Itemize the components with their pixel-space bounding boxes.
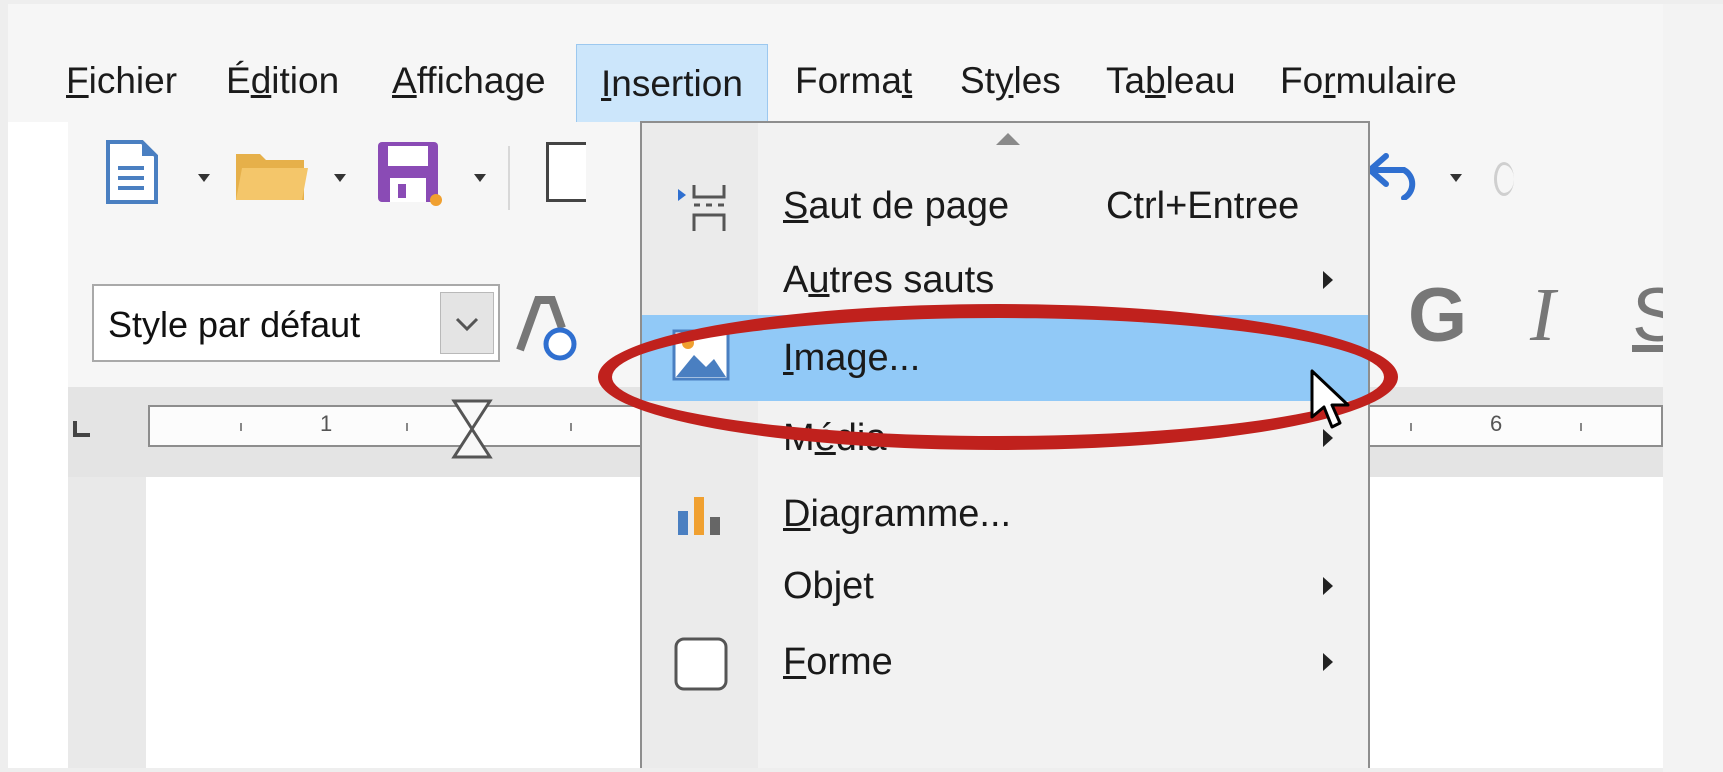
chevron-down-icon bbox=[455, 317, 479, 332]
ruler-number: 1 bbox=[320, 411, 333, 436]
submenu-arrow-icon bbox=[1323, 653, 1333, 671]
paragraph-style-select[interactable]: Style par défaut bbox=[92, 284, 500, 362]
menu-item-label: Forme bbox=[783, 641, 893, 683]
indent-marker-icon[interactable] bbox=[450, 399, 494, 459]
ruler-tick bbox=[570, 423, 572, 431]
paragraph-style-value: Style par défaut bbox=[108, 304, 361, 345]
ruler-tick bbox=[406, 423, 408, 431]
mouse-cursor-icon bbox=[1310, 369, 1350, 429]
page-break-icon bbox=[678, 185, 726, 231]
menu-item-shape[interactable]: Forme bbox=[642, 625, 1368, 699]
menu-item-chart[interactable]: Diagramme... bbox=[642, 477, 1368, 551]
redo-icon[interactable] bbox=[1494, 162, 1514, 196]
export-pdf-icon[interactable] bbox=[546, 142, 586, 202]
update-style-icon[interactable] bbox=[516, 294, 580, 362]
menu-insertion[interactable]: Insertion bbox=[576, 44, 768, 124]
menu-item-label: Saut de page bbox=[783, 185, 1010, 227]
new-dropdown-arrow[interactable] bbox=[198, 174, 210, 182]
menu-bar: Fichier Édition Affichage Insertion Form… bbox=[8, 4, 1663, 124]
ruler-number: 6 bbox=[1490, 411, 1503, 436]
chart-icon bbox=[678, 497, 720, 535]
underline-button[interactable]: S bbox=[1632, 272, 1663, 359]
paragraph-style-dropdown-button[interactable] bbox=[440, 292, 494, 354]
menu-tableau[interactable]: Tableau bbox=[1106, 56, 1236, 106]
menu-formulaire[interactable]: Formulaire bbox=[1280, 56, 1457, 106]
bold-button[interactable]: G bbox=[1408, 272, 1467, 359]
right-gutter bbox=[1663, 4, 1723, 772]
menu-item-shortcut: Ctrl+Entree bbox=[1106, 185, 1300, 227]
scroll-up-arrow[interactable] bbox=[996, 133, 1020, 145]
menu-styles[interactable]: Styles bbox=[960, 56, 1061, 106]
annotation-ellipse bbox=[598, 304, 1398, 450]
new-document-icon[interactable] bbox=[104, 140, 160, 204]
menu-format[interactable]: Format bbox=[795, 56, 912, 106]
menu-affichage[interactable]: Affichage bbox=[392, 56, 546, 106]
libreoffice-writer-window: Fichier Édition Affichage Insertion Form… bbox=[8, 4, 1663, 768]
submenu-arrow-icon bbox=[1323, 577, 1333, 595]
shape-icon bbox=[674, 637, 728, 691]
undo-dropdown-arrow[interactable] bbox=[1450, 174, 1462, 182]
ruler-tick bbox=[1410, 423, 1412, 431]
ruler-tick bbox=[240, 423, 242, 431]
save-icon[interactable] bbox=[376, 140, 442, 206]
tab-stop-icon[interactable] bbox=[72, 419, 92, 439]
menu-item-label: Objet bbox=[783, 565, 874, 607]
italic-button[interactable]: I bbox=[1530, 272, 1555, 359]
open-folder-icon[interactable] bbox=[234, 144, 310, 202]
submenu-arrow-icon bbox=[1323, 271, 1333, 289]
menu-item-label: Diagramme... bbox=[783, 493, 1012, 535]
menu-item-page-break[interactable]: Saut de page Ctrl+Entree bbox=[642, 169, 1368, 243]
menu-edition[interactable]: Édition bbox=[226, 56, 339, 106]
save-dropdown-arrow[interactable] bbox=[474, 174, 486, 182]
menu-item-object[interactable]: Objet bbox=[642, 549, 1368, 623]
open-dropdown-arrow[interactable] bbox=[334, 174, 346, 182]
menu-fichier[interactable]: Fichier bbox=[66, 56, 177, 106]
undo-icon[interactable] bbox=[1364, 148, 1428, 200]
ruler-tick bbox=[1580, 423, 1582, 431]
toolbar-separator bbox=[508, 146, 510, 210]
